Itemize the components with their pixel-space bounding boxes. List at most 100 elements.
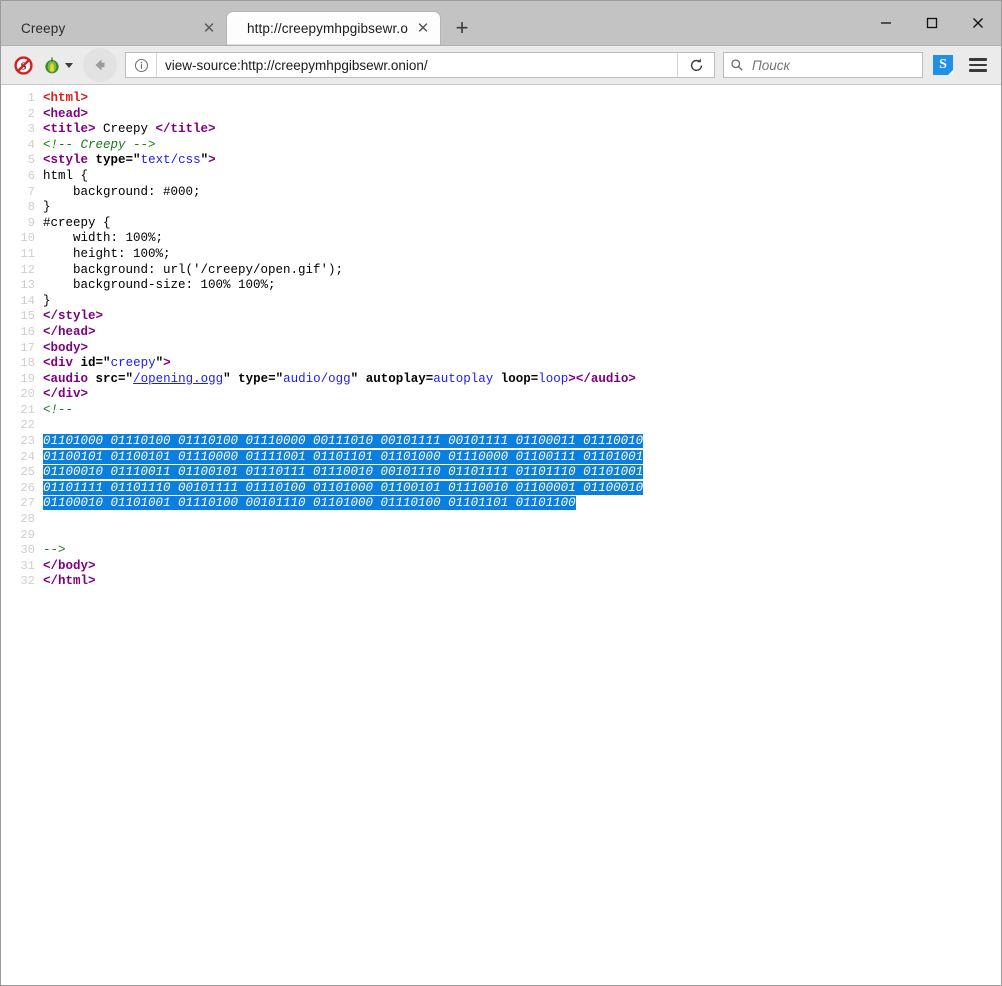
code-token: 01100101 01100101 01110000 01111001 0110… [43, 450, 643, 464]
line-number: 25 [1, 465, 43, 481]
new-tab-button[interactable]: + [445, 13, 479, 43]
line-content: background: #000; [43, 185, 1001, 201]
menu-line [969, 64, 987, 67]
line-number: 27 [1, 496, 43, 512]
tab-view-source[interactable]: http://creepymhpgibsewr.oni... ✕ [226, 11, 441, 45]
line-number: 15 [1, 309, 43, 325]
code-token: </div> [43, 387, 88, 401]
maximize-icon[interactable] [909, 1, 955, 44]
code-token: autoplay [433, 372, 493, 386]
code-token: " [223, 372, 231, 386]
line-number: 22 [1, 418, 43, 434]
line-content: <body> [43, 341, 1001, 357]
line-content: background-size: 100% 100%; [43, 278, 1001, 294]
close-icon[interactable]: ✕ [412, 18, 434, 40]
code-token [88, 372, 96, 386]
line-number: 1 [1, 91, 43, 107]
line-number: 31 [1, 559, 43, 575]
line-content: </body> [43, 559, 1001, 575]
line-content: 01100010 01110011 01100101 01110111 0111… [43, 465, 1001, 481]
menu-line [969, 58, 987, 61]
tor-onion-button[interactable] [37, 51, 76, 79]
code-token: } [43, 294, 51, 308]
reload-button[interactable] [677, 53, 714, 77]
back-button[interactable] [83, 48, 117, 82]
code-token [73, 356, 81, 370]
identity-box[interactable] [126, 53, 157, 77]
line-content: <title> Creepy </title> [43, 122, 1001, 138]
search-engine-icon[interactable]: S [933, 55, 953, 75]
source-line: 29 [1, 528, 1001, 544]
search-icon [724, 53, 750, 77]
search-input[interactable] [750, 57, 904, 74]
source-line: 18<div id="creepy"> [1, 356, 1001, 372]
source-line: 13 background-size: 100% 100%; [1, 278, 1001, 294]
code-token: <!-- [43, 403, 73, 417]
search-bar[interactable] [723, 52, 923, 78]
code-token: creepy [111, 356, 156, 370]
code-token: <!-- Creepy --> [43, 138, 156, 152]
code-token: <audio [43, 372, 88, 386]
close-icon[interactable]: ✕ [198, 18, 220, 40]
code-token: background: url('/creepy/open.gif'); [43, 263, 343, 277]
line-number: 24 [1, 450, 43, 466]
line-content: 01101111 01101110 00101111 01110100 0110… [43, 481, 1001, 497]
code-token: =" [268, 372, 283, 386]
line-content: 01100010 01101001 01110100 00101110 0110… [43, 496, 1001, 512]
noscript-icon[interactable]: S [9, 51, 37, 79]
hamburger-menu-icon[interactable] [963, 51, 993, 79]
code-token: > [208, 153, 216, 167]
chevron-down-icon[interactable] [65, 63, 73, 68]
line-number: 6 [1, 169, 43, 185]
line-number: 8 [1, 200, 43, 216]
source-line: 2601101111 01101110 00101111 01110100 01… [1, 481, 1001, 497]
source-line: 2<head> [1, 107, 1001, 123]
line-number: 5 [1, 153, 43, 169]
line-number: 30 [1, 543, 43, 559]
source-line: 15</style> [1, 309, 1001, 325]
code-token: 01101111 01101110 00101111 01110100 0110… [43, 481, 643, 495]
code-token: =" [126, 153, 141, 167]
code-token: html { [43, 169, 88, 183]
code-token: } [43, 200, 51, 214]
code-token: #creepy { [43, 216, 111, 230]
source-line: 32</html> [1, 574, 1001, 590]
source-line: 2701100010 01101001 01110100 00101110 01… [1, 496, 1001, 512]
line-content: --> [43, 543, 1001, 559]
source-line: 17<body> [1, 341, 1001, 357]
source-line: 22 [1, 418, 1001, 434]
line-content: 01100101 01100101 01110000 01111001 0110… [43, 450, 1001, 466]
source-line: 9#creepy { [1, 216, 1001, 232]
line-number: 28 [1, 512, 43, 528]
line-content: 01101000 01110100 01110100 01110000 0011… [43, 434, 1001, 450]
onion-icon [42, 55, 62, 75]
tab-creepy[interactable]: Creepy ✕ [1, 12, 226, 45]
url-text[interactable]: view-source:http://creepymhpgibsewr.onio… [157, 58, 677, 73]
line-content: <!-- [43, 403, 1001, 419]
code-token: background-size: 100% 100%; [43, 278, 276, 292]
close-icon[interactable] [955, 1, 1001, 44]
source-line: 7 background: #000; [1, 185, 1001, 201]
code-token: </style> [43, 309, 103, 323]
code-token: Creepy [96, 122, 156, 136]
code-token: width: 100%; [43, 231, 163, 245]
window-controls [863, 1, 1001, 44]
url-bar[interactable]: view-source:http://creepymhpgibsewr.onio… [125, 52, 715, 78]
minimize-icon[interactable] [863, 1, 909, 44]
code-token [231, 372, 239, 386]
line-content: html { [43, 169, 1001, 185]
source-link[interactable]: /opening.ogg [133, 372, 223, 386]
code-token [493, 372, 501, 386]
line-content: } [43, 200, 1001, 216]
code-token: 01100010 01101001 01110100 00101110 0110… [43, 496, 576, 510]
info-circle-icon [134, 58, 149, 73]
line-content: <style type="text/css"> [43, 153, 1001, 169]
line-number: 4 [1, 138, 43, 154]
line-number: 20 [1, 387, 43, 403]
code-token: id [81, 356, 96, 370]
line-number: 32 [1, 574, 43, 590]
source-line: 28 [1, 512, 1001, 528]
view-source-content[interactable]: 1<html>2<head>3<title> Creepy </title>4<… [1, 85, 1001, 985]
line-content: width: 100%; [43, 231, 1001, 247]
source-line: 16</head> [1, 325, 1001, 341]
